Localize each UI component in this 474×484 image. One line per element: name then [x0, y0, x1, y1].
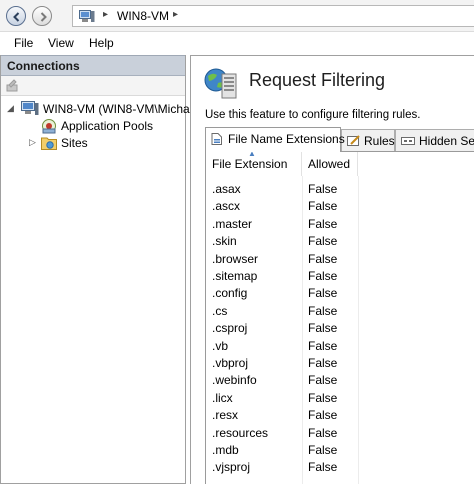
column-header-allowed[interactable]: Allowed — [302, 152, 358, 176]
menu-file[interactable]: File — [14, 36, 33, 50]
server-icon — [21, 101, 39, 115]
tree-node-label[interactable]: Sites — [61, 136, 88, 150]
cell-file-extension: .browser — [212, 251, 259, 266]
tab-label[interactable]: Rules — [364, 134, 395, 148]
tab-strip: File Name Extensions Rules Hidden Seg — [205, 127, 474, 152]
page-title: Request Filtering — [249, 70, 386, 90]
forward-button[interactable] — [32, 6, 52, 26]
feature-pane: Request Filtering Use this feature to co… — [190, 55, 474, 484]
menu-help[interactable]: Help — [89, 36, 114, 50]
sites-icon — [41, 137, 57, 150]
cell-allowed: False — [308, 269, 338, 283]
table-row[interactable]: .cs False — [206, 302, 474, 319]
table-row[interactable]: .asax False — [206, 180, 474, 197]
computer-icon — [79, 10, 95, 22]
cell-file-extension: .asax — [212, 182, 241, 196]
new-connection-icon[interactable] — [6, 79, 20, 93]
breadcrumb-item[interactable]: WIN8-VM — [117, 9, 169, 23]
rules-icon — [347, 135, 360, 146]
app-pools-icon — [42, 119, 56, 134]
cell-allowed: False — [308, 373, 338, 388]
connections-pane: Connections ◢ WIN8-VM (WIN8-VM\Michae Ap… — [0, 55, 196, 484]
cell-allowed: False — [308, 356, 338, 370]
cell-allowed: False — [308, 216, 338, 231]
tab-label[interactable]: File Name Extensions — [228, 132, 345, 146]
cell-allowed: False — [308, 408, 338, 423]
table-row[interactable]: .config False — [206, 284, 474, 301]
column-header-label: File Extension — [212, 157, 288, 171]
cell-allowed: False — [308, 443, 338, 457]
table-row[interactable]: .resources False — [206, 424, 474, 441]
address-field[interactable]: ▸ WIN8-VM ▸ — [72, 5, 474, 27]
cell-allowed: False — [308, 338, 338, 353]
back-arrow-icon — [13, 12, 20, 22]
cell-allowed: False — [308, 199, 338, 214]
cell-file-extension: .vjsproj — [212, 460, 251, 475]
table-row[interactable]: .csproj False — [206, 319, 474, 336]
cell-allowed: False — [308, 460, 338, 475]
cell-file-extension: .csproj — [212, 321, 248, 336]
cell-file-extension: .sitemap — [212, 269, 258, 283]
tree-node-label[interactable]: Application Pools — [61, 119, 153, 133]
table-row[interactable]: .skin False — [206, 232, 474, 249]
breadcrumb-separator[interactable]: ▸ — [173, 9, 178, 20]
cell-allowed: False — [308, 425, 338, 440]
expand-arrow-icon[interactable]: ▷ — [29, 137, 36, 148]
cell-allowed: False — [308, 321, 338, 336]
file-extension-icon — [211, 133, 222, 145]
cell-file-extension: .skin — [212, 234, 237, 249]
cell-allowed: False — [308, 286, 338, 301]
cell-file-extension: .cs — [212, 303, 228, 318]
file-extensions-grid: ▲ File Extension Allowed .asax False .ascx… — [205, 149, 474, 484]
connections-toolbar — [1, 76, 185, 96]
cell-allowed: False — [308, 251, 338, 266]
table-row[interactable]: .resx False — [206, 406, 474, 423]
cell-allowed: False — [308, 390, 338, 405]
breadcrumb-separator[interactable]: ▸ — [103, 9, 108, 20]
cell-file-extension: .resx — [212, 408, 239, 423]
table-row[interactable]: .browser False — [206, 250, 474, 267]
cell-file-extension: .webinfo — [212, 373, 257, 388]
cell-file-extension: .vb — [212, 338, 229, 353]
table-row[interactable]: .vb False — [206, 337, 474, 354]
table-row[interactable]: .mdb False — [206, 441, 474, 458]
cell-allowed: False — [308, 234, 338, 249]
cell-file-extension: .resources — [212, 425, 269, 440]
tab-file-name-extensions[interactable]: File Name Extensions — [205, 127, 345, 152]
menu-bar: File View Help — [0, 33, 474, 53]
table-row[interactable]: .master False — [206, 215, 474, 232]
cell-file-extension: .ascx — [212, 199, 241, 214]
cell-file-extension: .config — [212, 286, 248, 301]
table-row[interactable]: .vjsproj False — [206, 458, 474, 475]
cell-file-extension: .mdb — [212, 443, 239, 457]
tab-rules[interactable]: Rules — [341, 129, 395, 151]
column-header-file-extension[interactable]: ▲ File Extension — [206, 149, 302, 176]
cell-file-extension: .licx — [212, 390, 233, 405]
table-row[interactable]: .webinfo False — [206, 371, 474, 388]
connections-header: Connections — [1, 55, 185, 76]
table-row[interactable]: .licx False — [206, 389, 474, 406]
tree-node-label[interactable]: WIN8-VM (WIN8-VM\Michae — [43, 102, 196, 116]
cell-allowed: False — [308, 182, 338, 196]
cell-allowed: False — [308, 303, 338, 318]
cell-file-extension: .vbproj — [212, 356, 249, 370]
address-bar: ▸ WIN8-VM ▸ — [0, 0, 474, 32]
table-row[interactable]: .vbproj False — [206, 354, 474, 371]
column-header-label: Allowed — [308, 157, 351, 171]
forward-arrow-icon — [40, 12, 47, 22]
table-row[interactable]: .ascx False — [206, 197, 474, 214]
cell-file-extension: .master — [212, 216, 253, 231]
tab-hidden-segments[interactable]: Hidden Seg — [395, 129, 474, 151]
back-button[interactable] — [6, 6, 26, 26]
request-filtering-icon — [204, 68, 237, 99]
collapse-arrow-icon[interactable]: ◢ — [7, 103, 14, 114]
tab-label[interactable]: Hidden Seg — [419, 134, 474, 148]
table-row[interactable]: .sitemap False — [206, 267, 474, 284]
feature-description: Use this feature to configure filtering … — [205, 109, 421, 121]
menu-view[interactable]: View — [48, 36, 74, 50]
hidden-segments-icon — [401, 137, 415, 145]
